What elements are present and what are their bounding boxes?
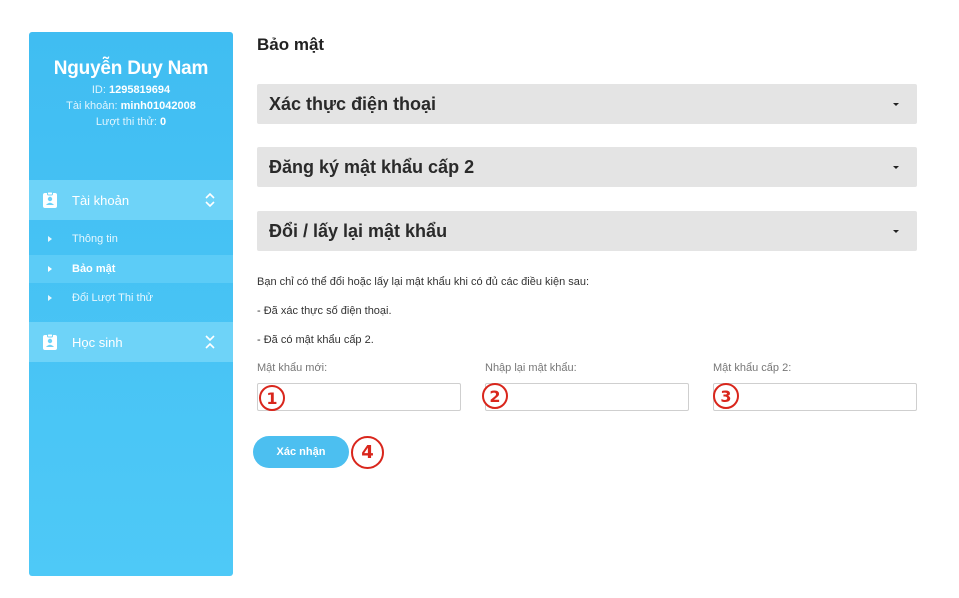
confirm-password-input[interactable] xyxy=(485,383,689,411)
confirm-button[interactable]: Xác nhận xyxy=(253,436,349,468)
annotation-marker-3: 3 xyxy=(713,383,739,409)
user-name: Nguyễn Duy Nam xyxy=(53,58,209,79)
profile-card: Nguyễn Duy Nam ID: 1295819694 Tài khoản:… xyxy=(29,32,233,130)
page-title: Bảo mật xyxy=(257,35,325,54)
user-trials-label: Lượt thi thử: xyxy=(95,116,157,128)
sidebar-item-trial-exchange[interactable]: Đổi Lượt Thi thử xyxy=(29,284,233,312)
sidebar-item-label: Bảo mật xyxy=(72,263,116,275)
sidebar-group-account[interactable]: Tài khoản xyxy=(29,180,233,220)
sidebar-item-label: Đổi Lượt Thi thử xyxy=(72,292,154,304)
sidebar-group-label: Tài khoản xyxy=(72,192,130,208)
bullet-icon xyxy=(48,266,52,272)
requirement-intro: Bạn chỉ có thể đổi hoặc lấy lại mật khẩu… xyxy=(257,276,590,288)
badge-icon xyxy=(43,192,57,208)
annotation-marker-2: 2 xyxy=(482,383,508,409)
caret-down-icon xyxy=(893,165,899,169)
second-password-label: Mật khẩu cấp 2: xyxy=(713,362,792,374)
bullet-icon xyxy=(48,236,52,242)
sidebar-item-info[interactable]: Thông tin xyxy=(29,225,233,253)
requirement-second-password: - Đã có mật khẩu cấp 2. xyxy=(257,334,374,346)
accordion-change-password[interactable]: Đổi / lấy lại mật khẩu xyxy=(257,211,917,251)
bullet-icon xyxy=(48,295,52,301)
caret-down-icon xyxy=(893,229,899,233)
new-password-label: Mật khẩu mới: xyxy=(257,362,328,374)
caret-down-icon xyxy=(893,102,899,106)
requirement-phone: - Đã xác thực số điện thoại. xyxy=(257,305,392,317)
accordion-label: Đổi / lấy lại mật khẩu xyxy=(269,220,448,241)
user-account-label: Tài khoản: xyxy=(66,100,118,112)
accordion-phone-verification[interactable]: Xác thực điện thoại xyxy=(257,84,917,124)
accordion-second-password[interactable]: Đăng ký mật khẩu cấp 2 xyxy=(257,147,917,187)
user-id-label: ID: xyxy=(91,84,106,96)
user-id: ID: 1295819694 xyxy=(29,82,233,98)
user-trials: Lượt thi thử: 0 xyxy=(29,114,233,130)
sidebar-item-label: Thông tin xyxy=(72,233,118,245)
user-trials-value: 0 xyxy=(160,116,167,128)
chevron-up-down-icon xyxy=(205,192,215,208)
accordion-label: Đăng ký mật khẩu cấp 2 xyxy=(269,156,475,177)
sidebar-item-security[interactable]: Bảo mật xyxy=(29,255,233,283)
accordion-label: Xác thực điện thoại xyxy=(269,93,437,114)
annotation-marker-4: 4 xyxy=(351,436,384,469)
chevron-collapse-icon xyxy=(205,335,215,349)
new-password-input[interactable] xyxy=(257,383,461,411)
user-account: Tài khoản: minh01042008 xyxy=(29,98,233,114)
annotation-marker-1: 1 xyxy=(259,385,285,411)
badge-icon xyxy=(43,334,57,350)
user-account-value: minh01042008 xyxy=(120,100,196,112)
sidebar: Nguyễn Duy Nam ID: 1295819694 Tài khoản:… xyxy=(29,32,233,576)
user-id-value: 1295819694 xyxy=(108,84,171,96)
second-password-input[interactable] xyxy=(713,383,917,411)
sidebar-group-student[interactable]: Học sinh xyxy=(29,322,233,362)
confirm-password-label: Nhập lại mật khẩu: xyxy=(485,362,577,374)
sidebar-group-label: Học sinh xyxy=(72,334,123,350)
